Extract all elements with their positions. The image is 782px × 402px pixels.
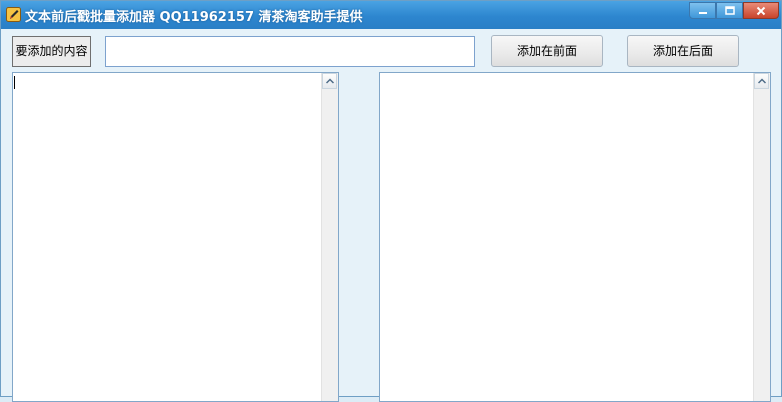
title-bar[interactable]: 文本前后戳批量添加器 QQ11962157 清茶淘客助手提供 xyxy=(1,1,781,29)
content-label-button[interactable]: 要添加的内容 xyxy=(12,36,91,67)
maximize-icon xyxy=(724,5,735,15)
close-icon xyxy=(756,6,766,15)
pencil-note-icon xyxy=(6,7,21,22)
output-text-area[interactable] xyxy=(379,72,771,402)
add-back-button[interactable]: 添加在后面 xyxy=(627,35,739,67)
input-text-area[interactable] xyxy=(12,72,339,402)
window-title: 文本前后戳批量添加器 QQ11962157 清茶淘客助手提供 xyxy=(25,10,363,25)
text-caret xyxy=(14,76,15,89)
add-front-button[interactable]: 添加在前面 xyxy=(491,35,603,67)
minimize-icon xyxy=(698,11,707,14)
chevron-up-icon xyxy=(326,78,334,84)
output-scroll-up-button[interactable] xyxy=(754,73,769,89)
close-button[interactable] xyxy=(743,2,779,19)
content-input[interactable] xyxy=(105,36,475,67)
output-scrollbar[interactable] xyxy=(753,73,770,401)
chevron-up-icon xyxy=(758,78,766,84)
maximize-button[interactable] xyxy=(716,2,743,19)
minimize-button[interactable] xyxy=(689,2,716,19)
input-scroll-up-button[interactable] xyxy=(322,73,337,89)
main-window: 文本前后戳批量添加器 QQ11962157 清茶淘客助手提供 要添加的内容 添加… xyxy=(0,0,782,402)
input-scrollbar[interactable] xyxy=(321,73,338,401)
